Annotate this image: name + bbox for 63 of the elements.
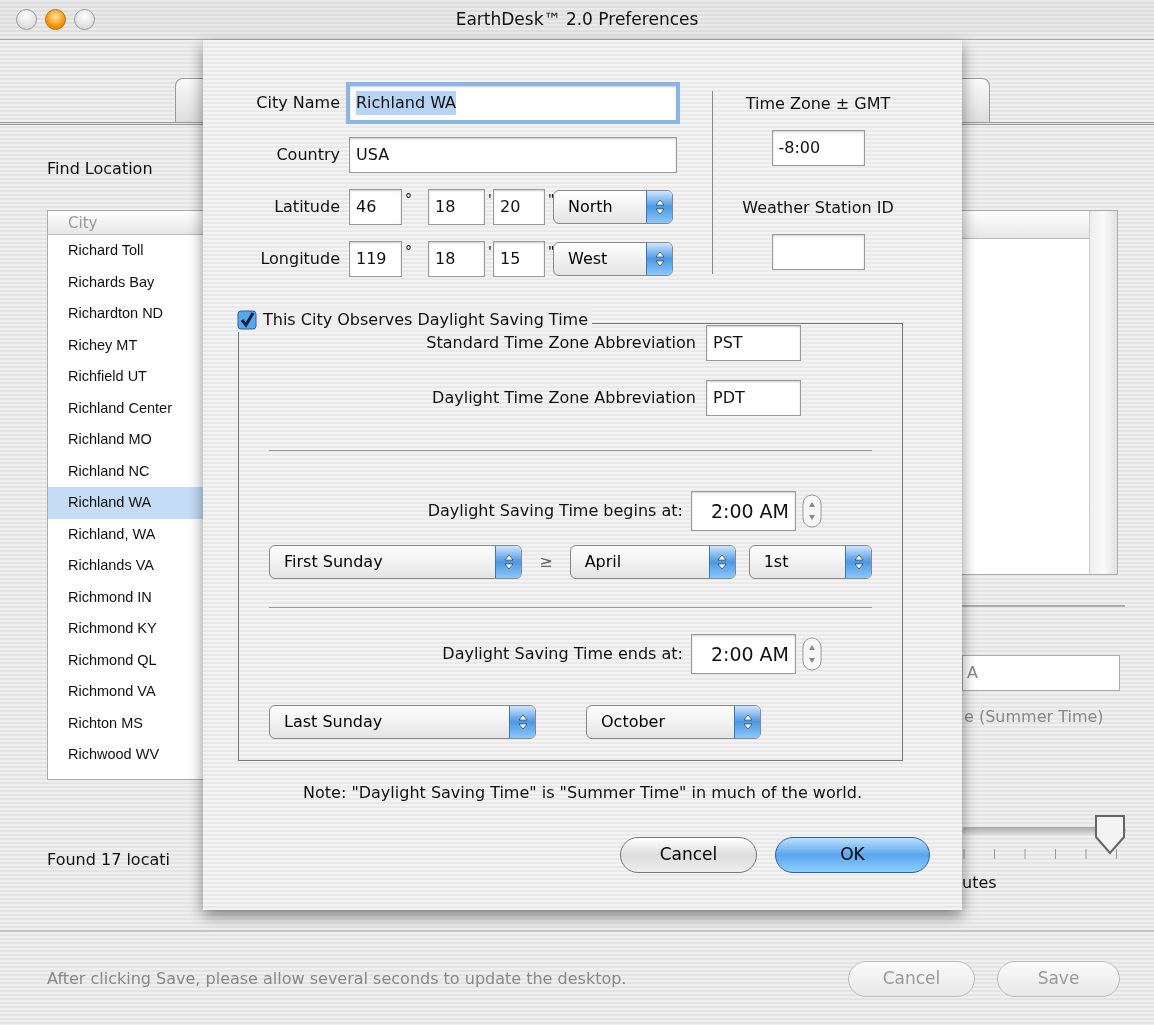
text-field[interactable]: A [962,655,1120,691]
updown-arrows-icon [654,199,665,215]
time-zone-field[interactable]: -8:00 [771,130,865,166]
country-field[interactable]: USA [349,137,677,173]
abbreviation-field[interactable]: PST [706,325,801,361]
city-name-field[interactable]: Richland WA [349,85,677,121]
coordinate-field[interactable]: 119 [349,241,402,277]
unit-mark: " [547,190,553,209]
unit-mark: ' [487,190,493,209]
stepper[interactable] [802,494,822,528]
scrollbar[interactable] [1089,211,1117,574]
field-label: Longitude [259,248,340,270]
checkbox[interactable] [237,310,257,330]
section-label: Find Location [47,158,154,180]
week-popup[interactable]: Last Sunday [269,705,536,739]
time-field[interactable]: 2:00 AM [691,634,796,674]
unit-mark: " [547,242,553,261]
updown-arrows-icon [717,554,728,570]
time-field[interactable]: 2:00 AM [691,491,796,531]
field-label: e (Summer Time) [964,706,1105,728]
window-title: EarthDesk™ 2.0 Preferences [455,8,699,29]
note-text: Note: "Daylight Saving Time" is "Summer Time" in much of the world. [302,782,863,804]
field-label: Latitude [273,196,340,218]
coordinate-field[interactable]: 20 [493,189,545,225]
updown-arrows-icon [742,714,753,730]
unit-mark: ' [487,242,493,261]
updown-arrows-icon [853,554,864,570]
relation-sign: ≥ [538,551,554,573]
week-popup[interactable]: First Sunday [269,545,523,579]
cancel-button[interactable]: Cancel [620,837,757,873]
footer-note: After clicking Save, please allow several seconds to update the desktop. [47,967,627,990]
abbreviation-field[interactable]: PDT [706,380,801,416]
field-label: Time Zone ± GMT [745,93,891,115]
zoom-button[interactable] [74,9,95,30]
close-button[interactable] [16,9,37,30]
coordinate-field[interactable]: 15 [493,241,545,277]
field-label: Weather Station ID [742,197,894,219]
field-label: Daylight Time Zone Abbreviation [431,387,696,409]
hemisphere-popup[interactable]: North [553,190,673,224]
weather-station-field[interactable] [771,234,865,270]
unit-mark: ° [404,190,413,209]
field-label: Country [275,144,340,166]
field-label: City Name [255,92,340,114]
coordinate-field[interactable]: 18 [428,241,485,277]
ok-button[interactable]: OK [775,837,930,873]
coordinate-field[interactable]: 46 [349,189,402,225]
coordinate-field[interactable]: 18 [428,189,485,225]
month-popup[interactable]: April [569,545,736,579]
slider-label: utes [962,872,998,894]
hemisphere-popup[interactable]: West [553,242,673,276]
field-label: Daylight Saving Time ends at: [441,643,683,665]
status-text: Found 17 locati [47,849,171,871]
unit-mark: ° [404,242,413,261]
day-popup[interactable]: 1st [748,545,872,579]
field-label: Standard Time Zone Abbreviation [425,332,696,354]
stepper[interactable] [802,637,822,671]
field-label: Daylight Saving Time begins at: [426,500,683,522]
updown-arrows-icon [517,714,528,730]
month-popup[interactable]: October [586,705,761,739]
minimize-button[interactable] [45,9,66,30]
updown-arrows-icon [654,251,665,267]
updown-arrows-icon [503,554,514,570]
slider-thumb[interactable] [1093,813,1127,857]
